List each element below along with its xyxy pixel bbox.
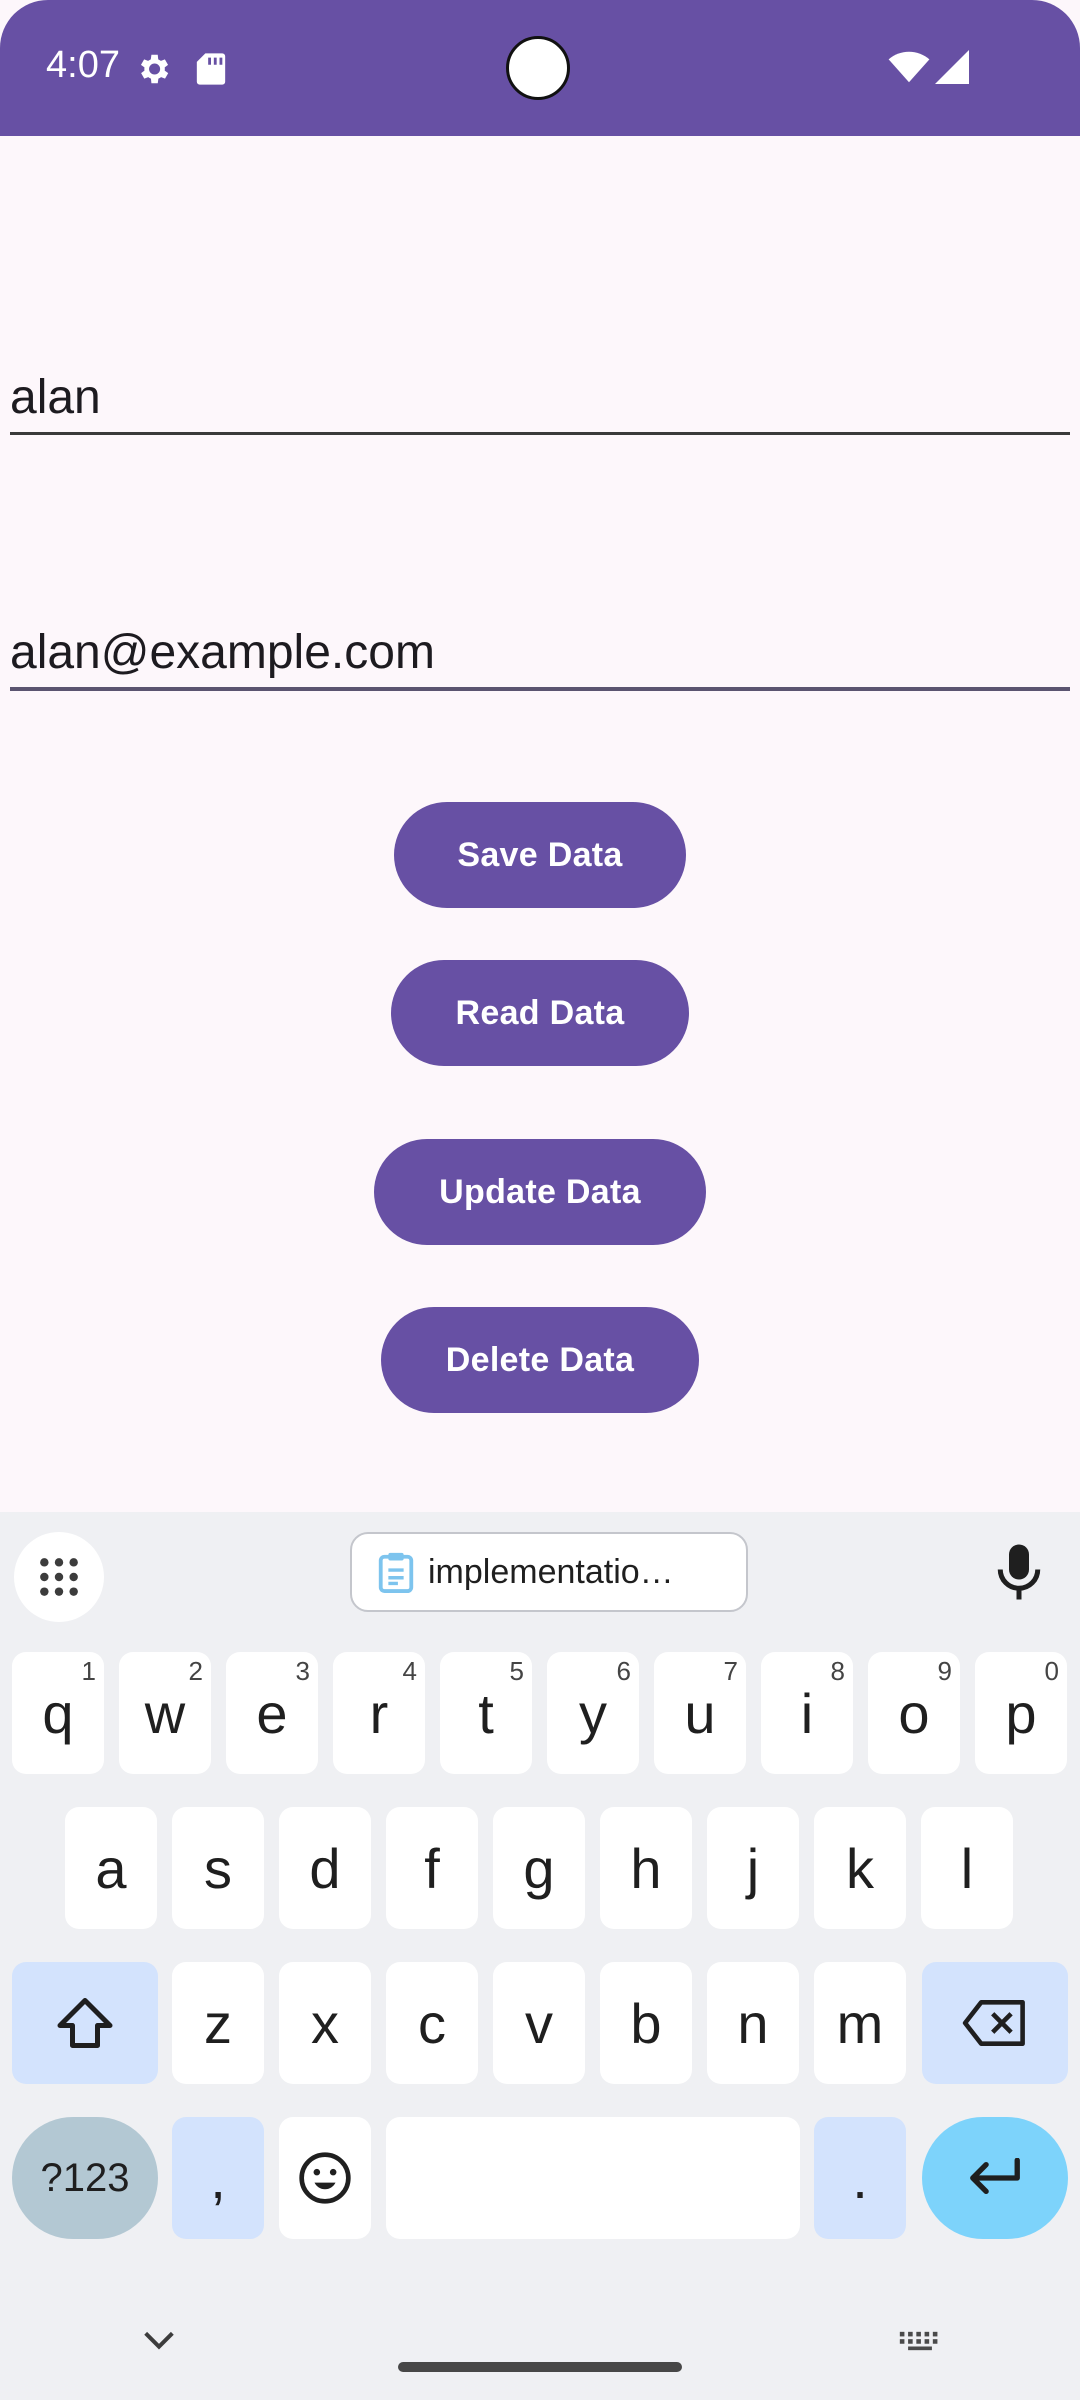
key-a[interactable]: a — [65, 1807, 157, 1929]
key-m[interactable]: m — [814, 1962, 906, 2084]
read-data-button[interactable]: Read Data — [391, 960, 689, 1066]
key-g[interactable]: g — [493, 1807, 585, 1929]
key-label: r — [369, 1681, 389, 1745]
key-y[interactable]: y6 — [547, 1652, 639, 1774]
key-u[interactable]: u7 — [654, 1652, 746, 1774]
delete-data-button[interactable]: Delete Data — [381, 1307, 699, 1413]
home-gesture-bar[interactable] — [398, 2362, 682, 2372]
key-q[interactable]: q1 — [12, 1652, 104, 1774]
shift-key[interactable] — [12, 1962, 158, 2084]
key-o[interactable]: o9 — [868, 1652, 960, 1774]
key-v[interactable]: v — [493, 1962, 585, 2084]
status-bar: 4:07 — [0, 0, 1080, 136]
backspace-icon — [962, 2000, 1025, 2046]
key-i[interactable]: i8 — [761, 1652, 853, 1774]
symbols-key[interactable]: ?123 — [12, 2117, 158, 2239]
hide-keyboard-chevron-icon[interactable] — [142, 2330, 176, 2355]
clipboard-icon — [378, 1551, 414, 1593]
key-label: q — [42, 1681, 74, 1745]
clipboard-suggestion-text: implementatio… — [428, 1552, 674, 1591]
key-l[interactable]: l — [921, 1807, 1013, 1929]
save-data-button[interactable]: Save Data — [394, 802, 686, 908]
shift-arrow-icon — [57, 1998, 113, 2048]
key-e[interactable]: e3 — [226, 1652, 318, 1774]
keyboard-apps-button[interactable] — [14, 1532, 104, 1622]
key-n[interactable]: n — [707, 1962, 799, 2084]
key-w[interactable]: w2 — [119, 1652, 211, 1774]
key-number-hint: 5 — [509, 1656, 524, 1686]
key-number-hint: 0 — [1044, 1656, 1059, 1686]
key-label: t — [478, 1681, 494, 1745]
key-number-hint: 6 — [616, 1656, 631, 1686]
key-number-hint: 7 — [723, 1656, 738, 1686]
update-data-button[interactable]: Update Data — [374, 1139, 706, 1245]
key-j[interactable]: j — [707, 1807, 799, 1929]
wifi-icon — [888, 50, 930, 89]
key-z[interactable]: z — [172, 1962, 264, 2084]
keyboard-switcher-icon[interactable] — [898, 2330, 942, 2357]
key-label: u — [684, 1681, 716, 1745]
microphone-icon[interactable] — [994, 1542, 1044, 1607]
period-key[interactable]: . — [814, 2117, 906, 2239]
space-key[interactable] — [386, 2117, 800, 2239]
front-camera-cutout — [506, 36, 570, 100]
key-label: y — [579, 1681, 607, 1745]
key-h[interactable]: h — [600, 1807, 692, 1929]
email-field[interactable] — [10, 617, 1070, 691]
key-r[interactable]: r4 — [333, 1652, 425, 1774]
key-s[interactable]: s — [172, 1807, 264, 1929]
emoji-smiley-icon — [299, 2152, 351, 2204]
key-p[interactable]: p0 — [975, 1652, 1067, 1774]
key-f[interactable]: f — [386, 1807, 478, 1929]
name-input[interactable] — [10, 362, 1070, 432]
status-time: 4:07 — [46, 44, 120, 86]
settings-gear-icon — [134, 50, 172, 93]
key-label: p — [1005, 1681, 1037, 1745]
clipboard-suggestion-chip[interactable]: implementatio… — [350, 1532, 748, 1612]
enter-arrow-icon — [970, 2158, 1020, 2194]
key-number-hint: 9 — [937, 1656, 952, 1686]
comma-key[interactable]: , — [172, 2117, 264, 2239]
emoji-key[interactable] — [279, 2117, 371, 2239]
backspace-key[interactable] — [922, 1962, 1068, 2084]
cell-signal-icon — [934, 50, 970, 89]
key-number-hint: 3 — [295, 1656, 310, 1686]
key-k[interactable]: k — [814, 1807, 906, 1929]
key-label: w — [144, 1681, 186, 1745]
key-label: i — [800, 1681, 814, 1745]
key-number-hint: 8 — [830, 1656, 845, 1686]
key-label: o — [898, 1681, 930, 1745]
email-input[interactable] — [10, 617, 1070, 687]
name-field-underline — [10, 432, 1070, 435]
key-d[interactable]: d — [279, 1807, 371, 1929]
key-label: e — [256, 1681, 288, 1745]
soft-keyboard: implementatio… q1w2e3r4t5y6u7i8o9p0 asdf… — [0, 1512, 1080, 2400]
sd-card-icon — [196, 52, 226, 91]
key-number-hint: 1 — [81, 1656, 96, 1686]
key-number-hint: 4 — [402, 1656, 417, 1686]
apps-grid-icon — [40, 1558, 78, 1596]
key-t[interactable]: t5 — [440, 1652, 532, 1774]
key-number-hint: 2 — [188, 1656, 203, 1686]
name-field[interactable] — [10, 362, 1070, 435]
key-x[interactable]: x — [279, 1962, 371, 2084]
key-c[interactable]: c — [386, 1962, 478, 2084]
email-field-underline — [10, 687, 1070, 691]
key-b[interactable]: b — [600, 1962, 692, 2084]
enter-key[interactable] — [922, 2117, 1068, 2239]
